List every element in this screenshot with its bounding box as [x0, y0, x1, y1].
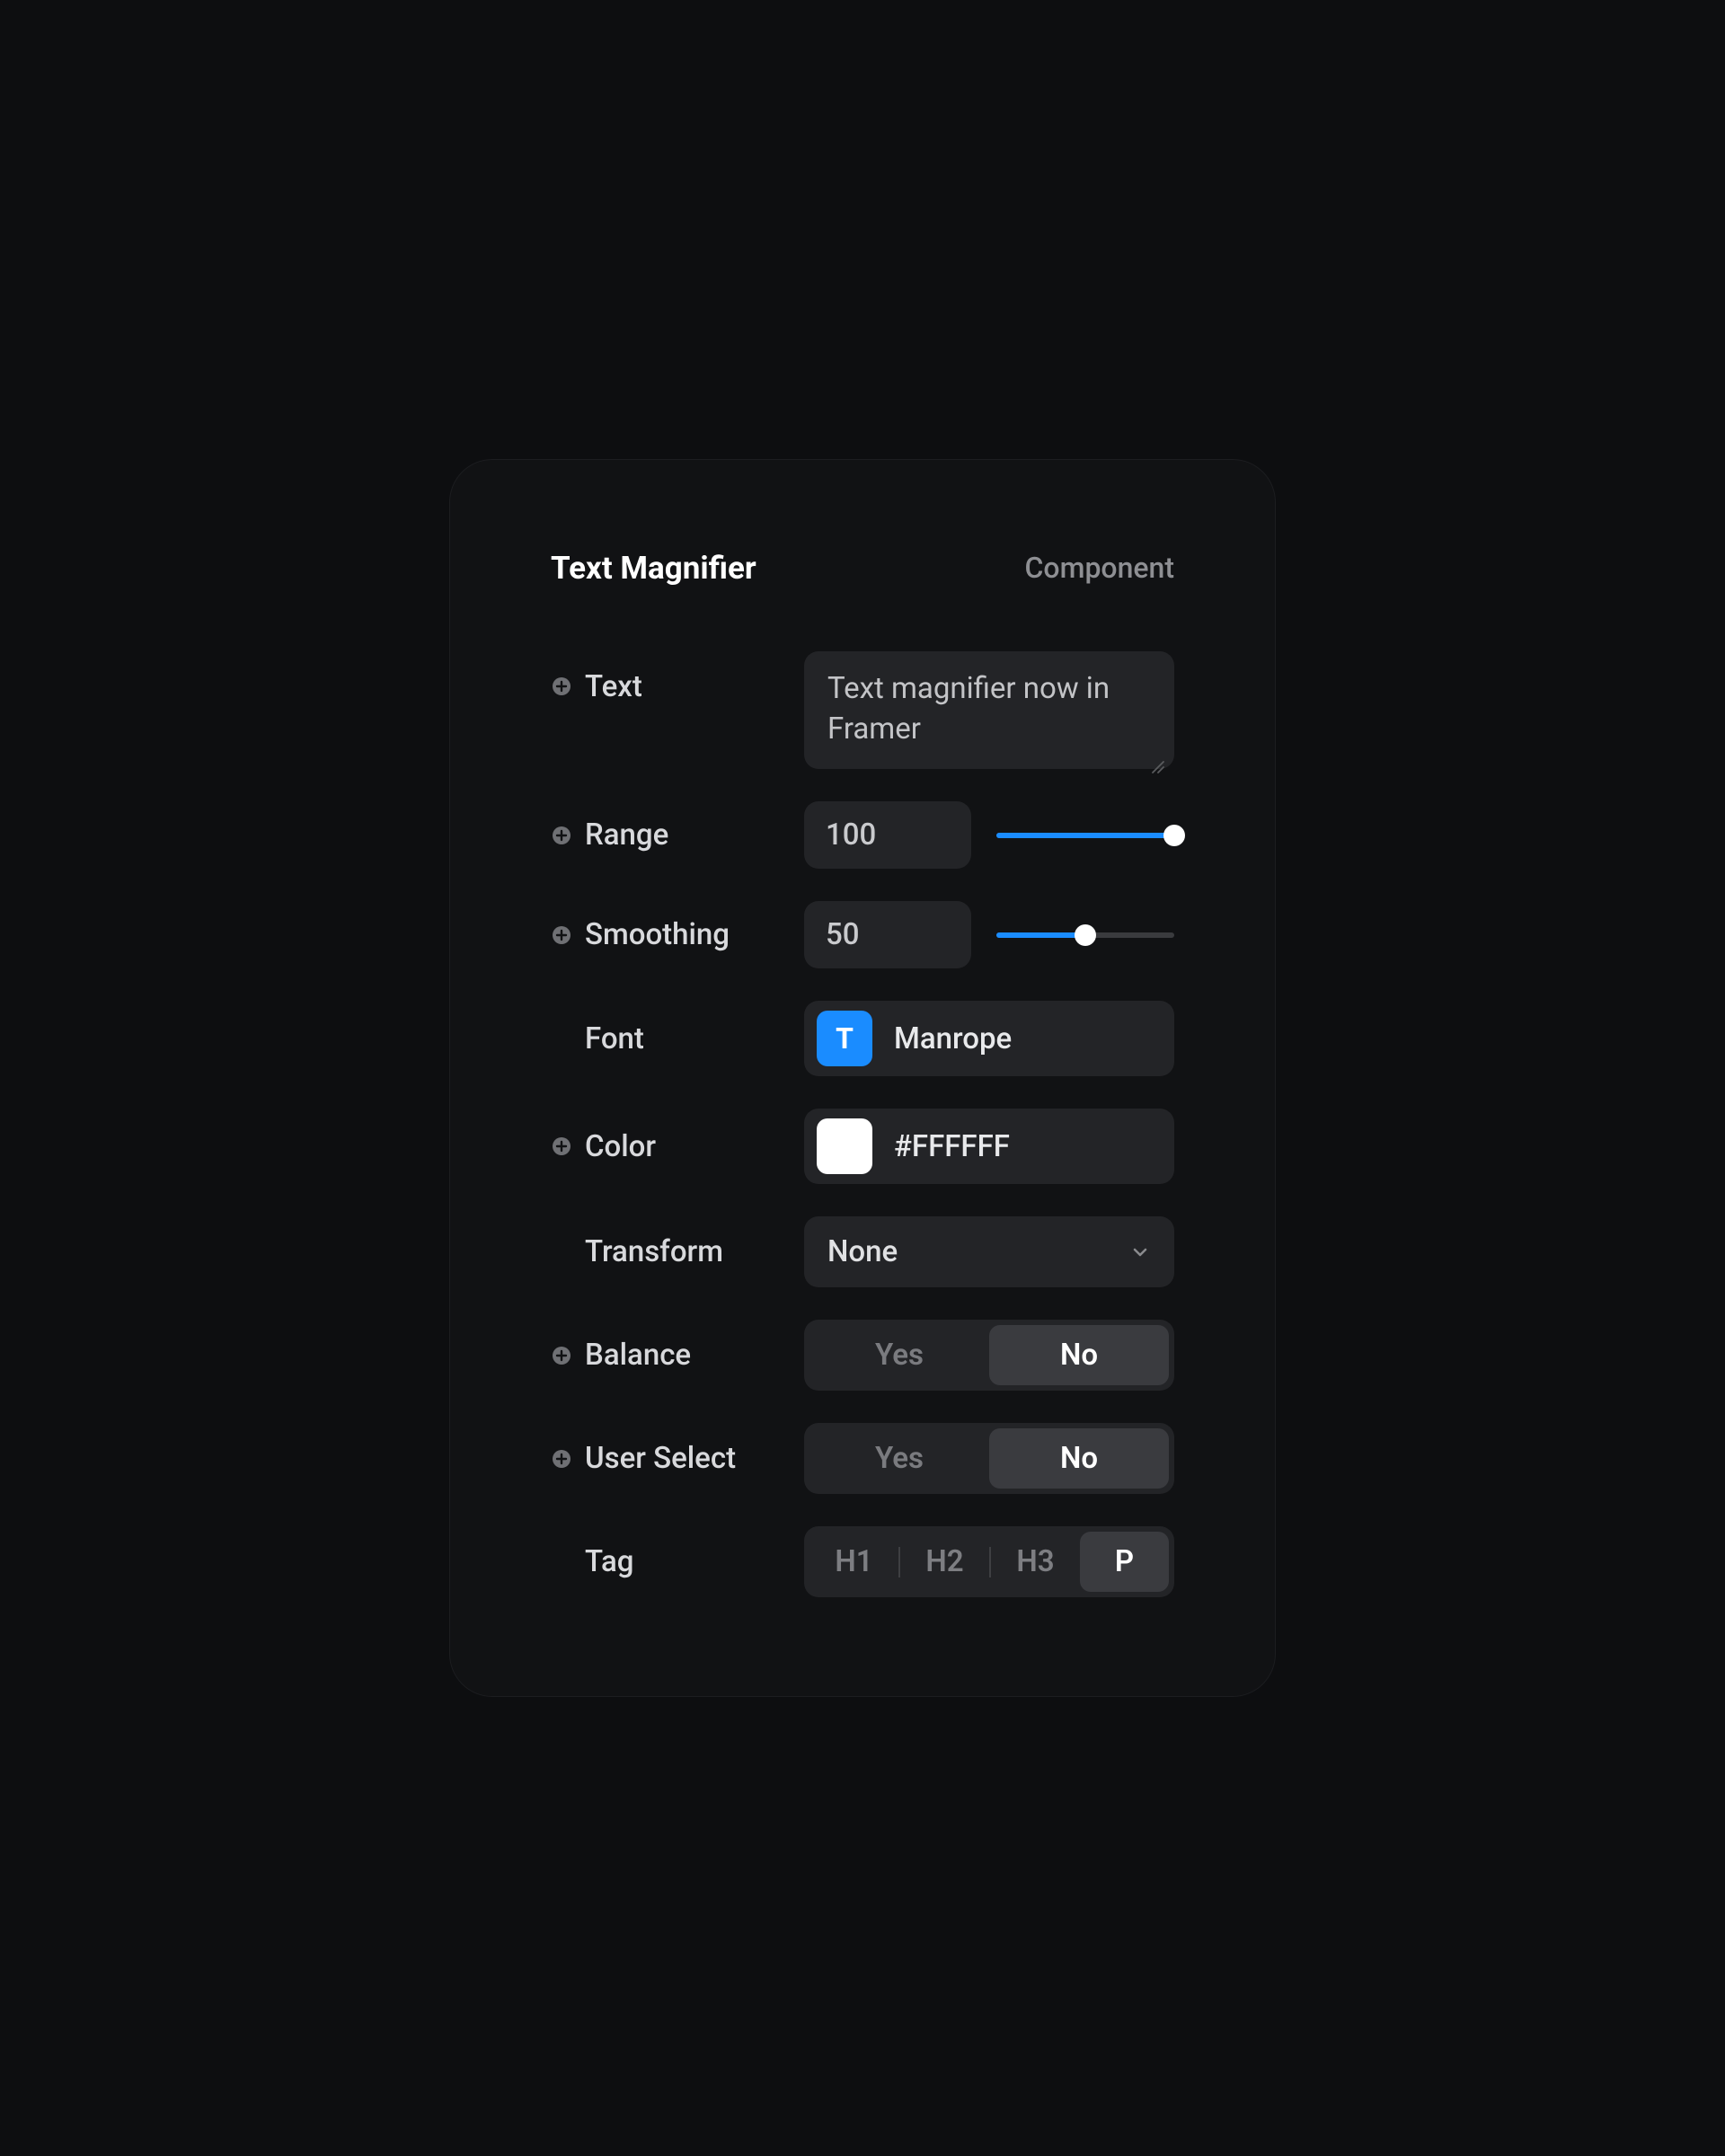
control-col-tag: H1H2H3P — [804, 1526, 1174, 1597]
row-balance: Balance Yes No — [551, 1320, 1174, 1391]
user-select-no-button[interactable]: No — [989, 1428, 1169, 1489]
range-input[interactable]: 100 — [804, 801, 971, 869]
icon-spacer — [551, 1241, 572, 1263]
slider-thumb[interactable] — [1075, 924, 1096, 946]
slider-fill — [996, 833, 1174, 838]
tag-p-button[interactable]: P — [1080, 1532, 1169, 1592]
label-col-color: Color — [551, 1129, 804, 1164]
label-col-user-select: User Select — [551, 1441, 804, 1476]
color-picker[interactable]: #FFFFFF — [804, 1109, 1174, 1184]
control-col-smoothing: 50 — [804, 901, 1174, 968]
tag-label: Tag — [585, 1544, 633, 1579]
smoothing-input[interactable]: 50 — [804, 901, 971, 968]
plus-circle-icon[interactable] — [551, 1345, 572, 1366]
panel-header: Text Magnifier Component — [551, 550, 1174, 587]
row-transform: Transform None — [551, 1216, 1174, 1287]
transform-select[interactable]: None — [804, 1216, 1174, 1287]
text-label: Text — [585, 669, 642, 704]
plus-circle-icon[interactable] — [551, 1135, 572, 1157]
range-label: Range — [585, 817, 668, 853]
tag-h3-button[interactable]: H3 — [991, 1532, 1080, 1592]
balance-no-button[interactable]: No — [989, 1325, 1169, 1385]
slider-fill — [996, 932, 1085, 938]
label-col-balance: Balance — [551, 1338, 804, 1373]
row-user-select: User Select Yes No — [551, 1423, 1174, 1494]
icon-spacer — [551, 1551, 572, 1573]
color-value: #FFFFFF — [894, 1129, 1010, 1164]
font-name: Manrope — [894, 1021, 1012, 1056]
row-text: Text Text magnifier now in Framer — [551, 651, 1174, 769]
control-col-color: #FFFFFF — [804, 1109, 1174, 1184]
color-label: Color — [585, 1129, 656, 1164]
resize-handle-icon[interactable] — [1149, 746, 1165, 762]
slider-thumb[interactable] — [1163, 825, 1185, 846]
text-input-value: Text magnifier now in Framer — [827, 671, 1110, 747]
smoothing-label: Smoothing — [585, 917, 730, 952]
row-smoothing: Smoothing 50 — [551, 901, 1174, 968]
plus-circle-icon[interactable] — [551, 825, 572, 846]
plus-circle-icon[interactable] — [551, 676, 572, 697]
control-col-transform: None — [804, 1216, 1174, 1287]
balance-label: Balance — [585, 1338, 691, 1373]
control-col-range: 100 — [804, 801, 1174, 869]
panel-title: Text Magnifier — [551, 550, 756, 587]
font-icon-letter: T — [836, 1021, 854, 1056]
plus-circle-icon[interactable] — [551, 1448, 572, 1470]
transform-value: None — [827, 1234, 898, 1269]
panel-type-label: Component — [1025, 551, 1174, 585]
chevron-down-icon — [1129, 1241, 1151, 1263]
smoothing-slider[interactable] — [996, 924, 1174, 946]
row-font: Font T Manrope — [551, 1001, 1174, 1076]
user-select-label: User Select — [585, 1441, 736, 1476]
label-col-transform: Transform — [551, 1234, 804, 1269]
font-label: Font — [585, 1021, 644, 1056]
smoothing-input-value: 50 — [826, 917, 860, 952]
label-col-smoothing: Smoothing — [551, 917, 804, 952]
range-slider[interactable] — [996, 825, 1174, 846]
label-col-tag: Tag — [551, 1544, 804, 1579]
control-col-font: T Manrope — [804, 1001, 1174, 1076]
label-col-range: Range — [551, 817, 804, 853]
text-input[interactable]: Text magnifier now in Framer — [804, 651, 1174, 769]
control-col-balance: Yes No — [804, 1320, 1174, 1391]
user-select-segmented: Yes No — [804, 1423, 1174, 1494]
transform-label: Transform — [585, 1234, 723, 1269]
balance-segmented: Yes No — [804, 1320, 1174, 1391]
font-picker[interactable]: T Manrope — [804, 1001, 1174, 1076]
row-range: Range 100 — [551, 801, 1174, 869]
text-icon: T — [817, 1011, 872, 1066]
row-color: Color #FFFFFF — [551, 1109, 1174, 1184]
label-col-font: Font — [551, 1021, 804, 1056]
user-select-yes-button[interactable]: Yes — [809, 1428, 989, 1489]
balance-yes-button[interactable]: Yes — [809, 1325, 989, 1385]
plus-circle-icon[interactable] — [551, 924, 572, 946]
row-tag: Tag H1H2H3P — [551, 1526, 1174, 1597]
range-input-value: 100 — [826, 817, 876, 853]
tag-h1-button[interactable]: H1 — [809, 1532, 898, 1592]
tag-segmented: H1H2H3P — [804, 1526, 1174, 1597]
icon-spacer — [551, 1028, 572, 1049]
control-col-text: Text magnifier now in Framer — [804, 651, 1174, 769]
control-col-user-select: Yes No — [804, 1423, 1174, 1494]
properties-panel: Text Magnifier Component Text Text magni… — [449, 459, 1276, 1697]
label-col-text: Text — [551, 651, 804, 704]
color-swatch[interactable] — [817, 1118, 872, 1174]
tag-h2-button[interactable]: H2 — [900, 1532, 989, 1592]
